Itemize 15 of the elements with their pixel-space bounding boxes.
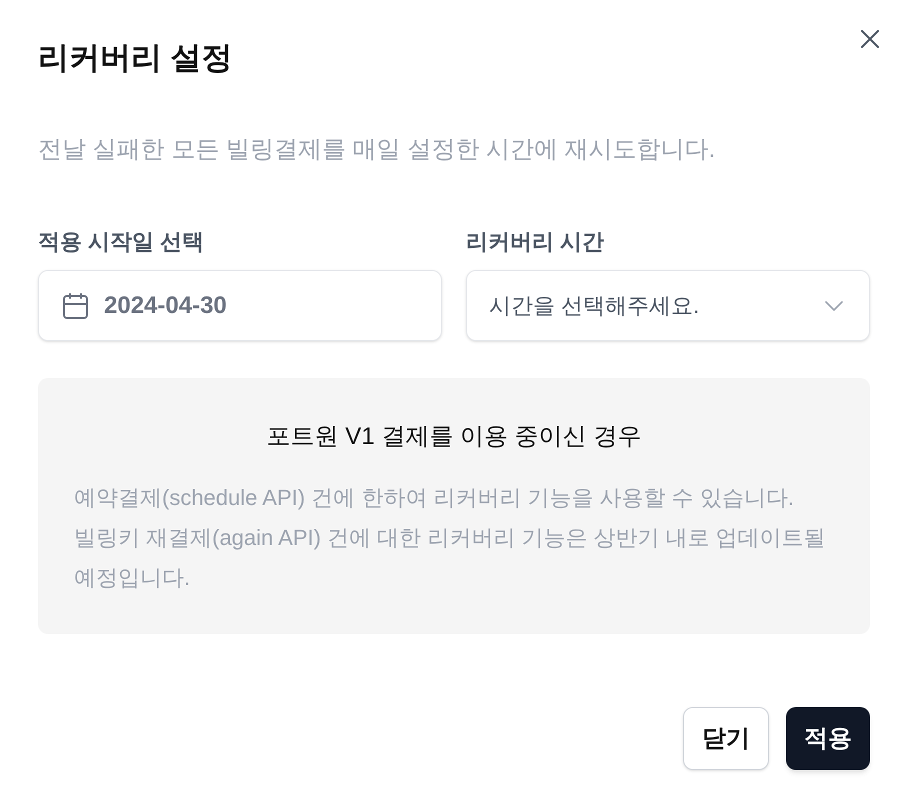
field-label: 적용 시작일 선택 (38, 228, 206, 256)
calendar-icon (63, 292, 88, 318)
dialog-description: 전날 실패한 모든 빌링결제를 매일 설정한 시간에 재시도합니다. (38, 135, 716, 165)
chevron-down-icon (825, 300, 843, 310)
date-field[interactable]: 2024-04-30 (38, 270, 442, 341)
dialog-title: 리커버리 설정 (38, 39, 233, 77)
close-text-button[interactable]: 닫기 (683, 707, 769, 770)
close-button[interactable] (860, 29, 880, 49)
notice-text: 예약결제(schedule API) 건에 한하여 리커버리 기능을 사용할 수 있습니다. (74, 484, 795, 512)
notice-title: 포트원 V1 결제를 이용 중이신 경우 (266, 422, 642, 452)
close-icon (861, 30, 879, 48)
apply-button[interactable]: 적용 (786, 707, 870, 770)
field-label: 리커버리 시간 (466, 228, 606, 256)
notice-text: 빌링키 재결제(again API) 건에 대한 리커버리 기능은 상반기 내로 업데이트될 예정입니다. (74, 524, 827, 592)
time-select[interactable]: 시간을 선택해주세요. (466, 270, 870, 341)
